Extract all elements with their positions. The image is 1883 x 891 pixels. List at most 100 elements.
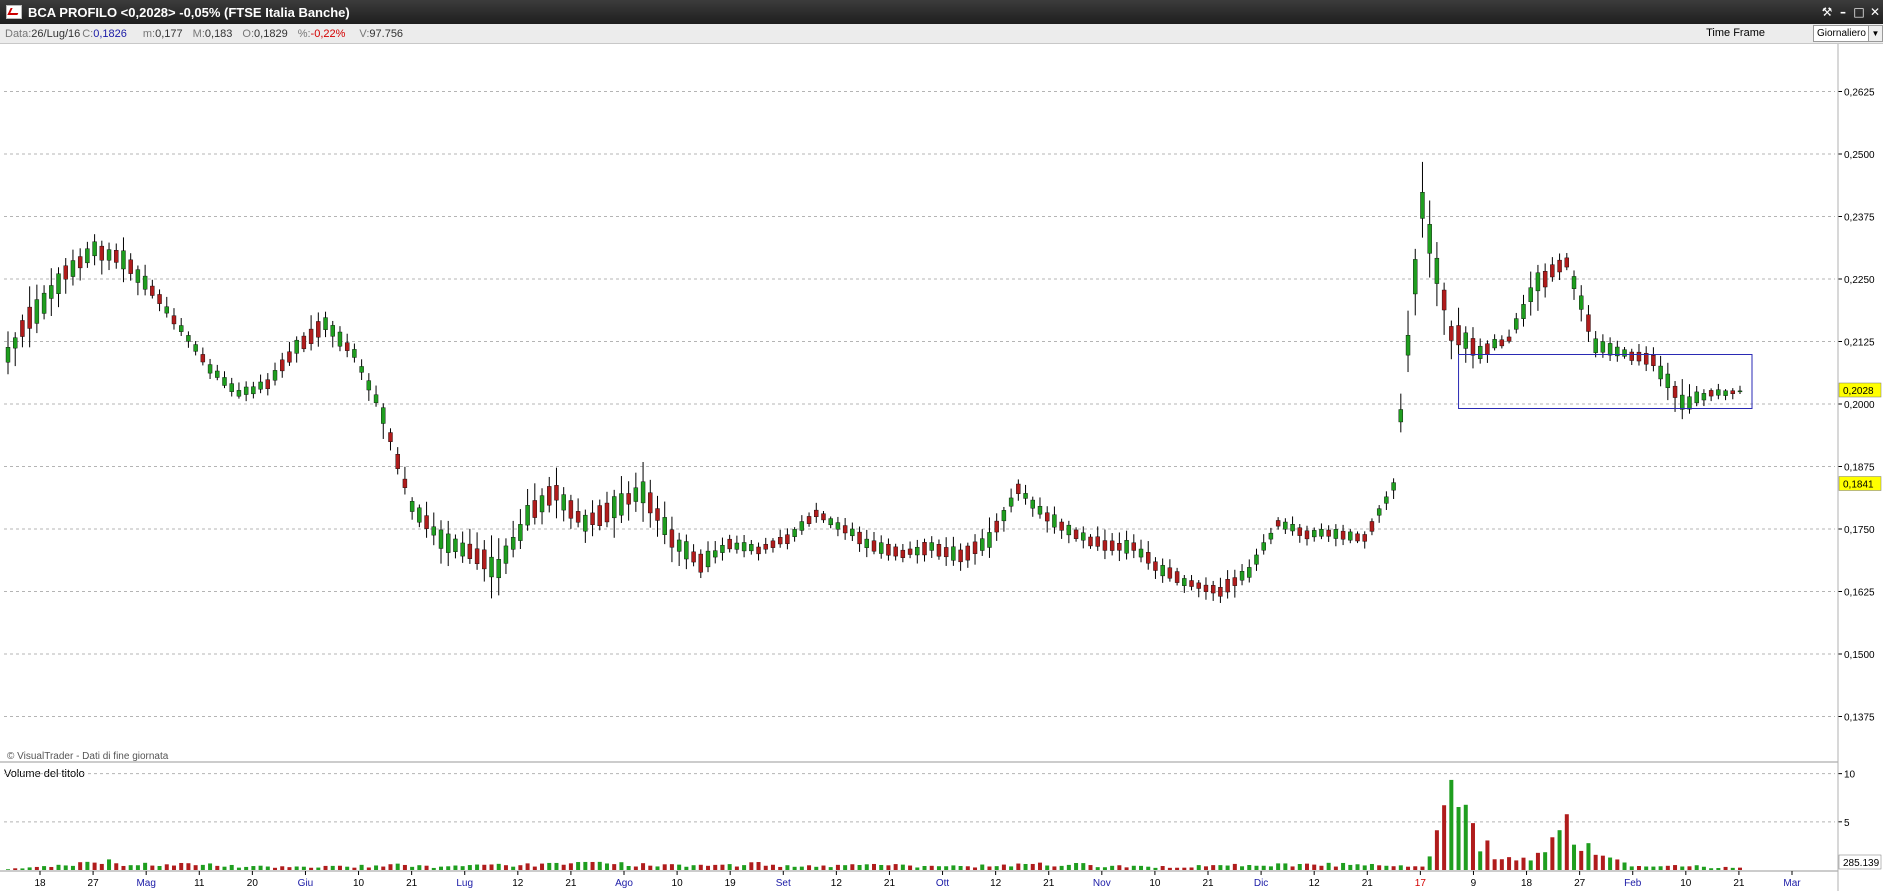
candle-body bbox=[236, 390, 242, 397]
volume-bar bbox=[1442, 805, 1447, 870]
volume-bar bbox=[417, 865, 422, 870]
timeframe-value: Giornaliero bbox=[1817, 28, 1866, 39]
candle-body bbox=[460, 542, 465, 557]
time-tick-label: 20 bbox=[247, 878, 259, 889]
candle-body bbox=[1348, 531, 1353, 541]
candle-body bbox=[554, 485, 559, 501]
volume-bar bbox=[1673, 865, 1678, 870]
timeframe-select[interactable]: Giornaliero ▼ bbox=[1813, 25, 1883, 42]
candle-body bbox=[900, 549, 906, 558]
candle-body bbox=[142, 275, 148, 290]
volume-bar bbox=[424, 865, 429, 870]
volume-bar bbox=[1016, 863, 1021, 870]
close-icon[interactable]: ✕ bbox=[1867, 0, 1883, 24]
volume-bar bbox=[208, 863, 213, 870]
volume-bar bbox=[1139, 865, 1144, 870]
volume-bar bbox=[128, 865, 133, 870]
volume-bar bbox=[1131, 865, 1136, 870]
volume-bar bbox=[1730, 867, 1735, 870]
candle-body bbox=[1672, 385, 1678, 398]
volume-bar bbox=[857, 864, 862, 870]
volume-bar bbox=[1514, 860, 1519, 870]
selection-box[interactable] bbox=[1458, 354, 1753, 409]
maximize-icon[interactable]: □ bbox=[1851, 0, 1867, 24]
volume-bar bbox=[20, 868, 25, 870]
volume-bar bbox=[251, 866, 256, 870]
time-tick-label: Giu bbox=[298, 878, 314, 889]
volume-bar bbox=[1247, 865, 1252, 870]
candle-body bbox=[684, 541, 689, 560]
volume-bar bbox=[460, 866, 465, 870]
volume-bar bbox=[121, 865, 126, 870]
volume-bar bbox=[590, 861, 595, 870]
time-tick-label: Nov bbox=[1093, 878, 1111, 889]
candle-body bbox=[1607, 343, 1613, 356]
candle-body bbox=[879, 542, 884, 554]
volume-bar bbox=[1312, 864, 1317, 870]
candle-body bbox=[1124, 540, 1129, 554]
volume-bar bbox=[1384, 865, 1389, 870]
volume-bar bbox=[1579, 850, 1584, 870]
volume-bar bbox=[236, 867, 241, 870]
volume-bar bbox=[1680, 866, 1685, 870]
chart-canvas[interactable]: 0,2625 0,2500 0,2375 0,2250 0,2125 0,2000 0,18… bbox=[0, 44, 1883, 891]
candle-body bbox=[1023, 493, 1028, 499]
candle-body bbox=[49, 285, 54, 299]
candle-body bbox=[1680, 394, 1685, 410]
time-tick-label: 12 bbox=[831, 878, 843, 889]
open-label: O: bbox=[242, 27, 255, 40]
volume-bar bbox=[626, 866, 631, 870]
candle-body bbox=[626, 493, 631, 505]
candle-body bbox=[1694, 391, 1699, 404]
price-tick-label: 0,2000 bbox=[1844, 400, 1875, 411]
volume-bar bbox=[1175, 867, 1180, 870]
volume-bar bbox=[756, 862, 761, 870]
candle-body bbox=[417, 507, 422, 523]
volume-bar bbox=[511, 866, 516, 870]
candle-body bbox=[597, 505, 602, 527]
candle-body bbox=[1506, 336, 1512, 342]
max-label: M: bbox=[192, 27, 205, 40]
candle-body bbox=[164, 306, 169, 314]
candle-body bbox=[1579, 295, 1584, 310]
price-axis: 0,2625 0,2500 0,2375 0,2250 0,2125 0,2000 0,18… bbox=[1838, 88, 1875, 724]
price-tags: 0,2028 0,1841 285.139 bbox=[1838, 382, 1882, 870]
volume-bar bbox=[1557, 830, 1562, 870]
chevron-down-icon[interactable]: ▼ bbox=[1868, 26, 1882, 41]
time-tick-label: 10 bbox=[1680, 878, 1692, 889]
tool-icon[interactable]: ⚒ bbox=[1819, 0, 1835, 24]
candle-body bbox=[532, 500, 538, 518]
volume-bar bbox=[713, 864, 718, 870]
volume-bar bbox=[532, 866, 537, 870]
candle-body bbox=[229, 383, 234, 392]
candle-body bbox=[5, 347, 11, 363]
candle-body bbox=[835, 522, 841, 530]
candle-body bbox=[1716, 389, 1721, 396]
time-tick-label: 27 bbox=[88, 878, 100, 889]
volume-bar bbox=[78, 862, 83, 870]
price-tick-label: 0,2125 bbox=[1844, 338, 1875, 349]
candle-body bbox=[474, 548, 480, 565]
volume-bar bbox=[467, 865, 472, 870]
candle-body bbox=[612, 496, 617, 519]
candle-body bbox=[1405, 335, 1411, 356]
time-tick-label: Dic bbox=[1254, 878, 1268, 889]
volume-label: V: bbox=[359, 27, 370, 40]
volume-bar bbox=[770, 864, 775, 870]
volume-bar bbox=[1355, 864, 1360, 870]
volume-bar bbox=[171, 865, 176, 870]
volume-bar bbox=[1694, 865, 1699, 870]
candle-body bbox=[1564, 257, 1570, 268]
candle-body bbox=[583, 514, 588, 532]
volume-bar bbox=[554, 862, 559, 870]
volume-bar bbox=[1102, 867, 1107, 870]
volume-bar bbox=[1326, 862, 1331, 870]
candle-body bbox=[792, 529, 797, 537]
minimize-icon[interactable]: – bbox=[1835, 0, 1851, 24]
time-tick-label: Lug bbox=[456, 878, 473, 889]
volume-bar bbox=[547, 862, 552, 870]
candle-body bbox=[1376, 508, 1382, 516]
candle-body bbox=[1210, 585, 1216, 594]
time-tick-label: 21 bbox=[1733, 878, 1745, 889]
volume-bar bbox=[843, 865, 848, 870]
